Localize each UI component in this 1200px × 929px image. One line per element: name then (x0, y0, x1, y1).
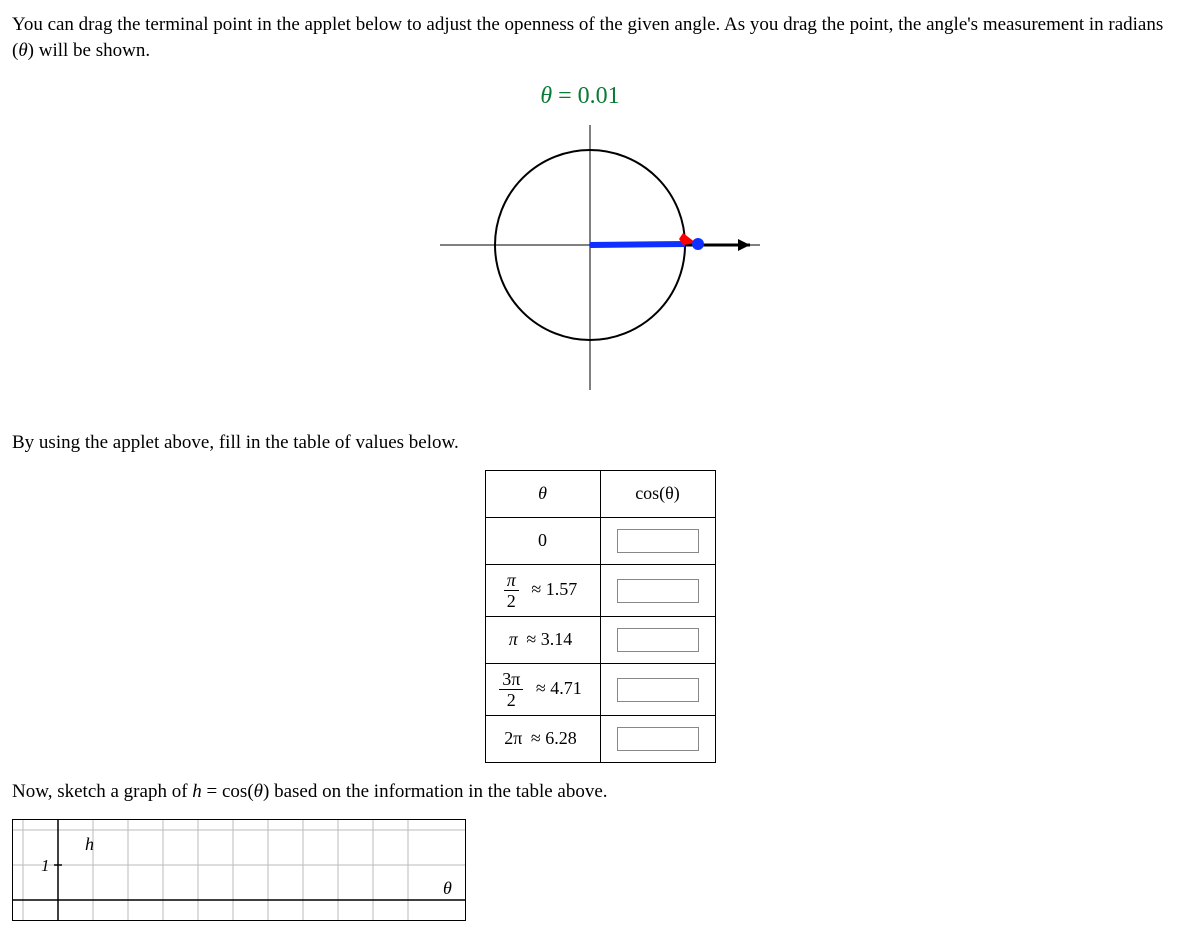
graph-prompt-a: Now, sketch a graph of (12, 781, 192, 802)
cos-cell-3 (600, 663, 715, 715)
cos-input-1[interactable] (617, 579, 699, 603)
pi-over-2-fraction: π 2 (504, 571, 519, 610)
frac-num-text: 3π (502, 669, 520, 689)
theta-cell-1: π 2 ≈ 1.57 (485, 564, 600, 616)
values-table: θ cos(θ) 0 π 2 ≈ 1.57 π ≈ 3.14 3π 2 ≈ 4.… (485, 470, 716, 763)
frac-num: 3π (499, 670, 523, 690)
terminal-ray[interactable] (590, 244, 685, 245)
theta-readout-eq: = (552, 83, 578, 109)
terminal-point-handle[interactable] (692, 238, 704, 250)
theta-cell-2: π ≈ 3.14 (485, 616, 600, 663)
2pi-text: 2π (504, 728, 522, 748)
cos-cell-4 (600, 715, 715, 762)
cos-cell-1 (600, 564, 715, 616)
sketch-label-h: h (85, 834, 94, 854)
theta-readout-symbol: θ (540, 83, 552, 109)
graph-prompt-eq: = cos( (202, 781, 254, 802)
intro-paragraph: You can drag the terminal point in the a… (12, 12, 1188, 63)
cos-input-2[interactable] (617, 628, 699, 652)
table-prompt: By using the applet above, fill in the t… (12, 430, 1188, 456)
theta-cell-4: 2π ≈ 6.28 (485, 715, 600, 762)
intro-theta: θ (18, 40, 27, 61)
table-row: 0 (485, 517, 715, 564)
3pi-over-2-fraction: 3π 2 (499, 670, 523, 709)
approx-text: ≈ 6.28 (527, 728, 581, 748)
table-header-row: θ cos(θ) (485, 470, 715, 517)
frac-den: 2 (504, 591, 519, 610)
approx-text: ≈ 4.71 (532, 678, 586, 698)
graph-prompt-theta: θ (254, 781, 263, 802)
sketch-label-theta: θ (443, 878, 452, 898)
col-header-cos-text: cos(θ) (635, 483, 680, 503)
intro-text-b: ) will be shown. (28, 40, 150, 61)
theta-readout-value: 0.01 (578, 83, 620, 109)
2pi-symbol: 2π (504, 728, 522, 748)
sketch-grid-svg[interactable]: h 1 θ (13, 820, 465, 921)
graph-prompt-b: ) based on the information in the table … (263, 781, 608, 802)
table-row: π 2 ≈ 1.57 (485, 564, 715, 616)
table-row: 3π 2 ≈ 4.71 (485, 663, 715, 715)
graph-prompt-h: h (192, 781, 202, 802)
approx-text: ≈ 3.14 (522, 629, 576, 649)
table-row: π ≈ 3.14 (485, 616, 715, 663)
intro-text-a: You can drag the terminal point in the a… (12, 14, 1163, 61)
approx-text: ≈ 1.57 (527, 579, 581, 599)
unit-circle-svg[interactable] (420, 120, 780, 400)
theta-cell-3: 3π 2 ≈ 4.71 (485, 663, 600, 715)
cos-cell-2 (600, 616, 715, 663)
cos-input-0[interactable] (617, 529, 699, 553)
theta-0-text: 0 (538, 530, 547, 550)
theta-readout: θ = 0.01 (540, 83, 619, 110)
initial-ray-arrowhead (738, 239, 750, 251)
frac-den: 2 (499, 690, 523, 709)
grid-lines (13, 820, 465, 921)
pi-symbol: π (509, 629, 518, 649)
sketch-graph-area[interactable]: h 1 θ (12, 819, 466, 921)
graph-prompt: Now, sketch a graph of h = cos(θ) based … (12, 779, 1188, 805)
cos-cell-0 (600, 517, 715, 564)
col-header-theta-text: θ (538, 483, 547, 503)
cos-input-4[interactable] (617, 727, 699, 751)
table-row: 2π ≈ 6.28 (485, 715, 715, 762)
frac-num: π (504, 571, 519, 591)
cos-input-3[interactable] (617, 678, 699, 702)
angle-applet[interactable]: θ = 0.01 (12, 83, 1188, 400)
sketch-label-1: 1 (41, 856, 50, 875)
col-header-cos: cos(θ) (600, 470, 715, 517)
theta-cell-0: 0 (485, 517, 600, 564)
col-header-theta: θ (485, 470, 600, 517)
